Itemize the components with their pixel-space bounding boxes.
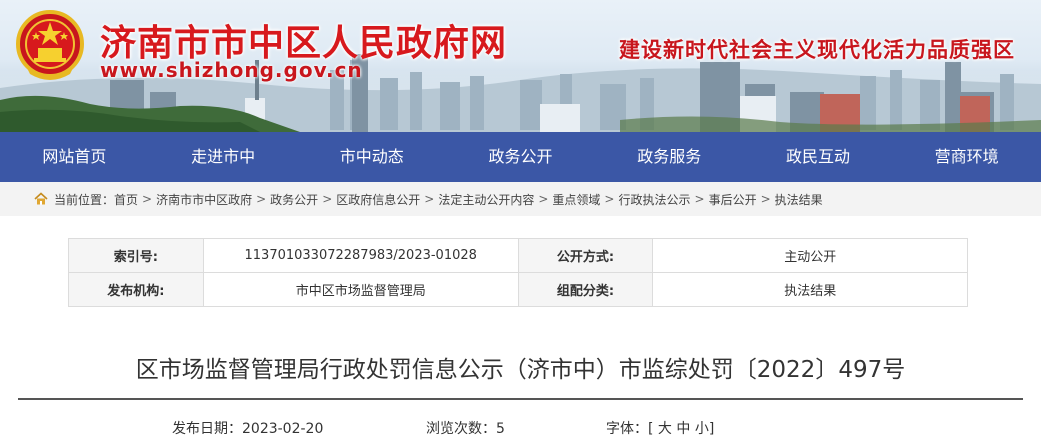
font-size-medium-button[interactable]: 中: [676, 421, 690, 437]
table-row: 发布机构: 市中区市场监督管理局 组配分类: 执法结果: [68, 272, 968, 307]
font-size-label: 字体：: [606, 421, 648, 437]
publisher-label: 发布机构:: [68, 272, 204, 307]
index-label: 索引号:: [68, 238, 204, 273]
breadcrumb-item-district-gov[interactable]: 济南市市中区政府: [156, 191, 252, 208]
breadcrumb-item-post-disclosure[interactable]: 事后公开: [709, 191, 757, 208]
font-size-control: 字体：[ 大 中 小]: [606, 418, 714, 438]
breadcrumb-item-info-disclosure[interactable]: 区政府信息公开: [336, 191, 420, 208]
breadcrumb: 当前位置： 首页 > 济南市市中区政府 > 政务公开 > 区政府信息公开 > 法…: [0, 182, 1041, 216]
nav-item-business[interactable]: 营商环境: [892, 132, 1041, 182]
breadcrumb-separator: >: [142, 192, 153, 206]
nav-item-services[interactable]: 政务服务: [595, 132, 744, 182]
nav-item-home[interactable]: 网站首页: [0, 132, 149, 182]
category-value: 执法结果: [652, 272, 968, 307]
home-icon: [34, 192, 48, 205]
breadcrumb-item-statutory-content[interactable]: 法定主动公开内容: [438, 191, 534, 208]
article-title: 区市场监督管理局行政处罚信息公示（济市中）市监综处罚〔2022〕497号: [135, 357, 906, 383]
nav-item-about[interactable]: 走进市中: [149, 132, 298, 182]
font-size-small-button[interactable]: 小: [695, 421, 709, 437]
method-value: 主动公开: [652, 238, 968, 273]
publish-date-value: 2023-02-20: [242, 421, 324, 437]
method-label: 公开方式:: [517, 238, 654, 273]
breadcrumb-separator: >: [424, 192, 435, 206]
publisher-value: 市中区市场监督管理局: [202, 272, 519, 307]
national-emblem-icon: [16, 10, 84, 80]
breadcrumb-separator: >: [760, 192, 771, 206]
breadcrumb-item-home[interactable]: 首页: [114, 191, 138, 208]
font-size-large-button[interactable]: 大: [658, 421, 672, 437]
breadcrumb-item-key-areas[interactable]: 重点领域: [552, 191, 600, 208]
view-count-label: 浏览次数：: [426, 421, 496, 437]
breadcrumb-separator: >: [538, 192, 549, 206]
site-url: www.shizhong.gov.cn: [100, 58, 363, 82]
breadcrumb-separator: >: [322, 192, 333, 206]
main-nav: 网站首页 走进市中 市中动态 政务公开 政务服务 政民互动 营商环境: [0, 132, 1041, 182]
nav-item-interaction[interactable]: 政民互动: [744, 132, 893, 182]
breadcrumb-item-gov-affairs[interactable]: 政务公开: [270, 191, 318, 208]
view-count: 浏览次数：5: [426, 418, 505, 438]
nav-item-gov-affairs[interactable]: 政务公开: [446, 132, 595, 182]
font-size-open-bracket: [: [648, 421, 654, 437]
breadcrumb-separator: >: [694, 192, 705, 206]
slogan: 建设新时代社会主义现代化活力品质强区: [619, 38, 1015, 62]
header-banner: 济南市市中区人民政府网 www.shizhong.gov.cn 建设新时代社会主…: [0, 0, 1041, 132]
publish-date: 发布日期：2023-02-20: [172, 418, 323, 438]
category-label: 组配分类:: [517, 272, 654, 307]
font-size-close-bracket: ]: [708, 421, 715, 437]
view-count-value: 5: [496, 421, 505, 437]
nav-item-news[interactable]: 市中动态: [297, 132, 446, 182]
index-value: 113701033072287983/2023-01028: [202, 238, 519, 273]
title-divider: [18, 398, 1023, 400]
table-row: 索引号: 113701033072287983/2023-01028 公开方式:…: [68, 238, 968, 273]
breadcrumb-separator: >: [256, 192, 267, 206]
breadcrumb-item-results[interactable]: 执法结果: [775, 191, 823, 208]
publish-date-label: 发布日期：: [172, 421, 242, 437]
breadcrumb-prefix: 当前位置：: [54, 192, 115, 207]
breadcrumb-item-enforcement[interactable]: 行政执法公示: [618, 191, 690, 208]
document-info-table: 索引号: 113701033072287983/2023-01028 公开方式:…: [68, 238, 968, 307]
breadcrumb-separator: >: [604, 192, 615, 206]
